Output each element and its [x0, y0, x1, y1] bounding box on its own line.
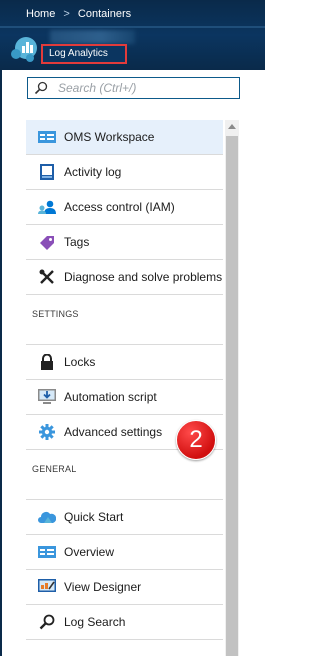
menu-item-label: Automation script: [64, 390, 157, 404]
header-divider: [0, 26, 265, 28]
menu-item-label: Locks: [64, 355, 96, 369]
wrench-cross-icon: [36, 268, 58, 286]
menu-item-label: Overview: [64, 545, 115, 559]
view-designer-icon: [36, 578, 58, 596]
menu-item-view-designer[interactable]: View Designer: [26, 570, 223, 605]
menu-item-label: View Designer: [64, 580, 142, 594]
menu-item-locks[interactable]: Locks: [26, 345, 223, 380]
search-box[interactable]: [27, 77, 240, 99]
magnifier-icon: [36, 613, 58, 631]
menu-item-automation-script[interactable]: Automation script: [26, 380, 223, 415]
log-analytics-icon: [11, 37, 37, 62]
blade-left-edge: [0, 70, 2, 656]
blade-header: Home > Containers Log Analytics: [0, 0, 265, 70]
blurred-resource-name: [50, 30, 135, 44]
overview-icon: [36, 543, 58, 561]
menu-item-tags[interactable]: Tags: [26, 225, 223, 260]
scrollbar-thumb[interactable]: [226, 136, 238, 656]
menu-item-label: Tags: [64, 235, 90, 249]
menu-item-overview[interactable]: Overview: [26, 535, 223, 570]
resource-title-label: Log Analytics: [41, 44, 127, 64]
breadcrumb-containers-link[interactable]: Containers: [78, 8, 131, 20]
download-monitor-icon: [36, 388, 58, 406]
oms-workspace-icon: [36, 128, 58, 146]
breadcrumb: Home > Containers: [26, 8, 136, 20]
lock-icon: [36, 353, 58, 371]
menu-item-oms-workspace[interactable]: OMS Workspace: [26, 120, 223, 155]
step-callout-badge: 2: [176, 420, 216, 460]
menu-item-activity-log[interactable]: Activity log: [26, 155, 223, 190]
menu-item-quick-start[interactable]: Quick Start: [26, 500, 223, 535]
menu-item-access-control[interactable]: Access control (IAM): [26, 190, 223, 225]
search-input[interactable]: [58, 80, 234, 96]
breadcrumb-home-link[interactable]: Home: [26, 8, 55, 20]
menu-item-label: Diagnose and solve problems: [64, 270, 223, 284]
cloud-icon: [36, 508, 58, 526]
tag-icon: [36, 233, 58, 251]
menu-scrollbar[interactable]: [225, 120, 239, 656]
search-icon: [34, 81, 48, 95]
menu-item-label: Quick Start: [64, 510, 124, 524]
menu-item-label: Activity log: [64, 165, 122, 179]
gear-icon: [36, 423, 58, 441]
activity-log-icon: [36, 163, 58, 181]
scroll-up-arrow-icon[interactable]: [228, 124, 236, 129]
settings-section-header: SETTINGS: [26, 295, 223, 345]
resource-menu: OMS Workspace Activity log Access contro…: [26, 120, 223, 640]
breadcrumb-separator: >: [63, 8, 70, 20]
access-control-icon: [36, 198, 58, 216]
menu-item-log-search[interactable]: Log Search: [26, 605, 223, 640]
menu-item-label: Log Search: [64, 615, 126, 629]
menu-item-label: OMS Workspace: [64, 130, 155, 144]
menu-item-diagnose[interactable]: Diagnose and solve problems: [26, 260, 223, 295]
menu-item-label: Access control (IAM): [64, 200, 175, 214]
